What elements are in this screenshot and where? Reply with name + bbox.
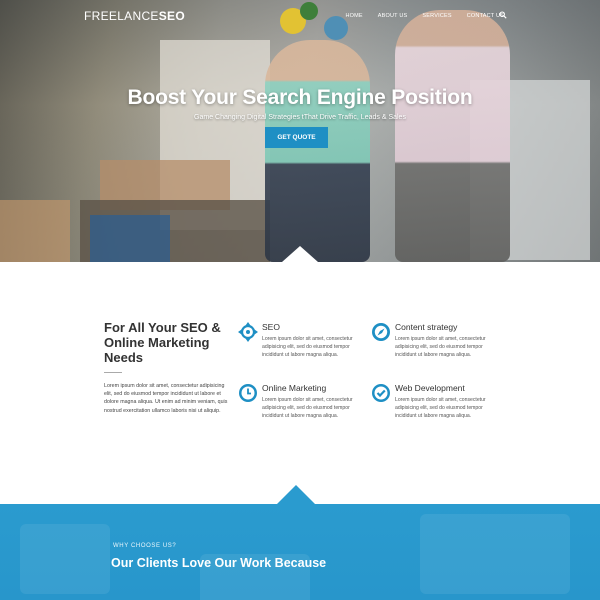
heading-divider bbox=[104, 372, 122, 373]
logo-text-bold: SEO bbox=[158, 9, 185, 23]
checkmark-icon bbox=[372, 384, 390, 402]
hero-subtitle: Game Changing Digital Strategies tThat D… bbox=[194, 114, 406, 121]
feature-body: Lorem ipsum dolor sit amet, consectetur … bbox=[395, 397, 486, 420]
hero-title: Boost Your Search Engine Position bbox=[127, 86, 473, 109]
top-nav: FREELANCESEO HOME ABOUT US SERVICES CONT… bbox=[0, 0, 600, 32]
main-menu: HOME ABOUT US SERVICES CONTACT US bbox=[330, 13, 504, 19]
crosshair-icon bbox=[238, 322, 258, 342]
logo-text-light: FREELANCE bbox=[84, 9, 159, 23]
section-divider-notch bbox=[277, 485, 315, 504]
menu-item-home[interactable]: HOME bbox=[345, 13, 362, 19]
logo[interactable]: FREELANCESEO bbox=[84, 9, 185, 23]
hero-photo-person-woman bbox=[265, 40, 370, 262]
feature-title: SEO bbox=[262, 322, 280, 332]
background-photo-overlay bbox=[420, 514, 570, 594]
section-divider-notch bbox=[282, 246, 318, 262]
feature-title: Content strategy bbox=[395, 322, 458, 332]
hero-photo-foreground bbox=[0, 200, 70, 262]
background-photo-overlay bbox=[20, 524, 110, 594]
feature-title: Web Development bbox=[395, 383, 465, 393]
feature-body: Lorem ipsum dolor sit amet, consectetur … bbox=[262, 336, 353, 359]
clock-icon bbox=[239, 384, 257, 402]
why-title: Our Clients Love Our Work Because bbox=[111, 556, 327, 570]
why-choose-section: WHY CHOOSE US? Our Clients Love Our Work… bbox=[0, 504, 600, 600]
services-intro: Lorem ipsum dolor sit amet, consectetur … bbox=[104, 383, 228, 414]
menu-item-about-us[interactable]: ABOUT US bbox=[378, 13, 408, 19]
why-kicker: WHY CHOOSE US? bbox=[113, 543, 177, 549]
hero-section: FREELANCESEO HOME ABOUT US SERVICES CONT… bbox=[0, 0, 600, 262]
menu-item-services[interactable]: SERVICES bbox=[422, 13, 451, 19]
search-icon[interactable] bbox=[499, 11, 507, 19]
get-quote-button[interactable]: GET QUOTE bbox=[265, 127, 328, 148]
feature-title: Online Marketing bbox=[262, 383, 327, 393]
hero-photo-person-man bbox=[395, 10, 510, 262]
hero-photo-boxes bbox=[90, 215, 170, 262]
services-heading: For All Your SEO & Online Marketing Need… bbox=[104, 320, 221, 365]
compass-icon bbox=[372, 323, 390, 341]
feature-body: Lorem ipsum dolor sit amet, consectetur … bbox=[262, 397, 353, 420]
feature-body: Lorem ipsum dolor sit amet, consectetur … bbox=[395, 336, 486, 359]
services-section: For All Your SEO & Online Marketing Need… bbox=[0, 262, 600, 504]
